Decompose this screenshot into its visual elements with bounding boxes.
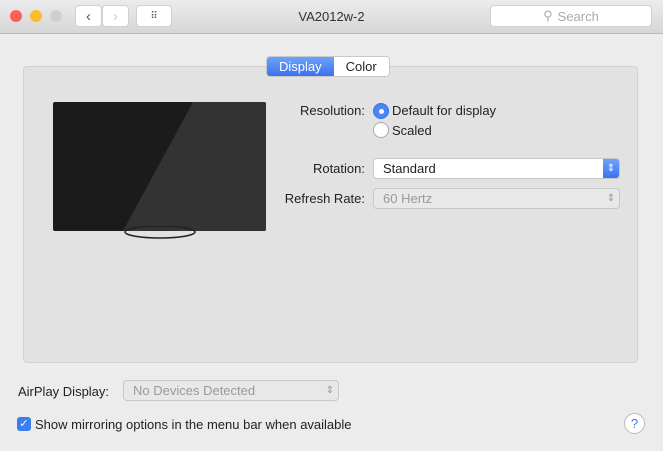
- search-icon: ⚲: [543, 8, 553, 23]
- display-image: [53, 102, 266, 231]
- airplay-label: AirPlay Display:: [18, 384, 110, 399]
- radio-default-label: Default for display: [392, 103, 497, 118]
- airplay-value: No Devices Detected: [133, 383, 256, 398]
- updown-icon: ⇕: [606, 193, 616, 204]
- tab-display[interactable]: Display: [267, 57, 334, 76]
- search-placeholder: Search: [557, 8, 599, 24]
- updown-icon: ⇕: [603, 159, 619, 178]
- airplay-select[interactable]: No Devices Detected ⇕: [123, 380, 339, 401]
- mirroring-checkbox[interactable]: ✓: [17, 417, 31, 431]
- radio-scaled[interactable]: [373, 122, 389, 138]
- title-bar: ‹ › ⠿ VA2012w-2 ⚲ Search: [0, 0, 663, 34]
- radio-scaled-label: Scaled: [392, 123, 432, 138]
- rotation-select[interactable]: Standard ⇕: [373, 158, 620, 179]
- refresh-rate-label: Refresh Rate:: [284, 191, 365, 206]
- help-button[interactable]: ?: [624, 413, 645, 434]
- mirroring-label: Show mirroring options in the menu bar w…: [35, 417, 352, 432]
- tab-bar: Display Color: [266, 56, 390, 77]
- updown-icon: ⇕: [325, 385, 335, 396]
- refresh-rate-select[interactable]: 60 Hertz ⇕: [373, 188, 620, 209]
- search-input[interactable]: ⚲ Search: [490, 5, 652, 27]
- radio-default[interactable]: [373, 103, 389, 119]
- tab-color[interactable]: Color: [334, 57, 389, 76]
- resolution-label: Resolution:: [299, 103, 365, 118]
- rotation-value: Standard: [383, 161, 436, 176]
- refresh-rate-value: 60 Hertz: [383, 191, 433, 206]
- rotation-label: Rotation:: [312, 161, 365, 176]
- display-stand: [124, 226, 196, 239]
